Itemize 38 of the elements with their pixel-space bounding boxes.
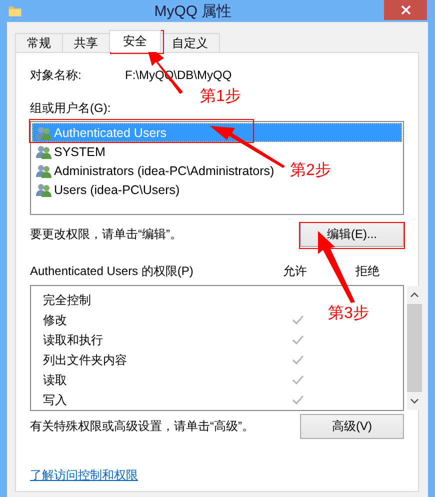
users-icon	[36, 182, 52, 196]
group-item[interactable]: SYSTEM	[32, 142, 110, 161]
users-icon	[36, 144, 52, 158]
tab[interactable]: 常规	[15, 33, 63, 52]
users-icon	[36, 164, 52, 178]
scroll-down-icon[interactable]	[410, 398, 419, 404]
edit-button[interactable]: 编辑(E)...	[300, 222, 404, 247]
permission-name: 修改	[42, 312, 68, 328]
group-item[interactable]: Administrators (idea-PC\Administrators)	[32, 161, 278, 180]
close-button[interactable]	[384, 0, 427, 20]
group-item[interactable]: Users (idea-PC\Users)	[32, 180, 184, 199]
tab[interactable]: 共享	[62, 33, 110, 52]
permission-name: 写入	[42, 392, 68, 408]
help-link[interactable]: 了解访问控制和权限	[30, 467, 138, 484]
permission-name: 完全控制	[42, 292, 92, 308]
change-hint: 要更改权限，请单击“编辑”。	[30, 226, 182, 243]
step-annotation: 第1步	[200, 86, 241, 107]
permission-name: 读取和执行	[42, 332, 104, 348]
allow-header: 允许	[282, 263, 308, 280]
permissions-label: Authenticated Users 的权限(P)	[30, 263, 194, 280]
window-title: MyQQ 属性	[153, 2, 233, 20]
step-annotation: 第2步	[290, 160, 331, 181]
deny-header: 拒绝	[354, 263, 381, 280]
advanced-hint: 有关特殊权限或高级设置，请单击“高级”。	[30, 418, 254, 435]
step-annotation: 第3步	[328, 304, 369, 324]
permission-name: 读取	[42, 372, 68, 388]
tab[interactable]: 自定义	[160, 33, 220, 52]
tab[interactable]: 安全	[109, 30, 161, 52]
object-name-label: 对象名称:	[30, 66, 82, 84]
scroll-thumb[interactable]	[407, 304, 422, 392]
close-icon	[400, 5, 410, 15]
users-icon	[36, 126, 52, 140]
permission-name: 列出文件夹内容	[42, 352, 128, 368]
groups-label: 组或用户名(G):	[30, 100, 112, 117]
scrollbar[interactable]	[407, 286, 422, 410]
folder-icon	[8, 4, 22, 18]
advanced-button[interactable]: 高级(V)	[300, 414, 404, 439]
scroll-up-icon[interactable]	[410, 292, 419, 298]
